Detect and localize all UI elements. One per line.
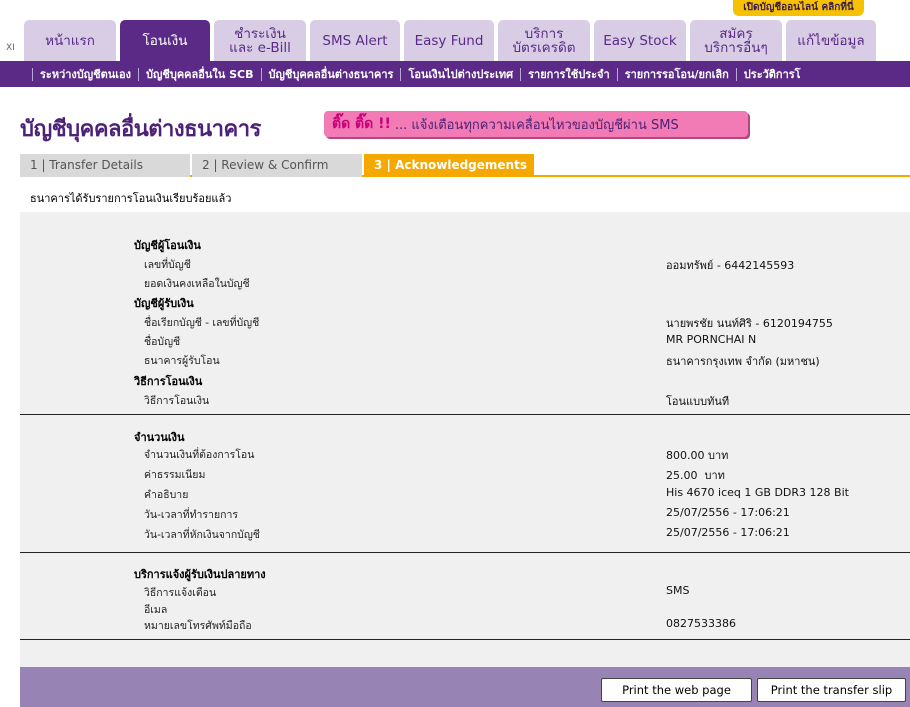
subnav-other-bank[interactable]: บัญชีบุคคลอื่นต่างธนาคาร xyxy=(260,67,401,81)
divider-2 xyxy=(20,552,910,553)
transfer-subnav: ระหว่างบัญชีตนเอง บัญชีบุคคลอื่นใน SCB บ… xyxy=(0,61,910,87)
to-bank-label: ธนาคารผู้รับโอน xyxy=(144,355,220,367)
method-label: วิธีการโอนเงิน xyxy=(144,395,210,407)
email-label: อีเมล xyxy=(144,604,168,616)
to-name-label: ชื่อบัญชี xyxy=(144,336,181,348)
subnav-pending[interactable]: รายการรอโอน/ยกเลิก xyxy=(616,67,736,81)
tab-credit-card-label2: บัตรเครดิต xyxy=(512,39,576,56)
subnav-scb-other[interactable]: บัญชีบุคคลอื่นใน SCB xyxy=(138,67,261,81)
balance-label: ยอดเงินคงเหลือในบัญชี xyxy=(144,278,250,290)
amount-label: จำนวนเงินที่ต้องการโอน xyxy=(144,449,255,461)
tab-payment[interactable]: ชำระเงิน และ e-Bill xyxy=(214,20,306,61)
progress-steps: 1 | Transfer Details 2 | Review & Confir… xyxy=(20,154,910,177)
notify-heading: บริการแจ้งผู้รับเงินปลายทาง xyxy=(134,568,266,581)
amount-heading: จำนวนเงิน xyxy=(134,431,185,444)
to-bank-value: ธนาคารกรุงเทพ จำกัด (มหาชน) xyxy=(666,355,820,368)
debit-time-value: 25/07/2556 - 17:06:21 xyxy=(666,526,790,539)
subnav-history[interactable]: ประวัติการโ xyxy=(735,67,808,81)
banner-text: ... แจ้งเตือนทุกความเคลื่อนไหวของบัญชีผ่… xyxy=(394,117,679,133)
subnav-favorites[interactable]: รายการใช้ประจำ xyxy=(520,67,617,81)
txn-time-label: วัน-เวลาที่ทำรายการ xyxy=(144,509,238,521)
notify-method-value: SMS xyxy=(666,584,690,597)
from-account-value: ออมทรัพย์ - 6442145593 xyxy=(666,259,795,272)
tab-sms-alert[interactable]: SMS Alert xyxy=(310,20,400,61)
fee-label: ค่าธรรมเนียม xyxy=(144,469,206,481)
tab-credit-card[interactable]: บริการ บัตรเครดิต xyxy=(498,20,590,61)
phone-label: หมายเลขโทรศัพท์มือถือ xyxy=(144,620,252,632)
tab-edit-profile-label: แก้ไขข้อมูล xyxy=(797,32,865,49)
banner-prefix: ติ๊ด ติ๊ด !! xyxy=(332,116,391,132)
tab-payment-label2: และ e-Bill xyxy=(229,39,291,56)
print-slip-button[interactable]: Print the transfer slip xyxy=(757,678,906,702)
page: เปิดบัญชีออนไลน์ คลิกที่นี่ XI หน้าแรก โ… xyxy=(0,0,910,707)
description-value: His 4670 iceq 1 GB DDR3 128 Bit xyxy=(666,486,849,499)
method-value: โอนแบบทันที xyxy=(666,395,730,408)
divider-3 xyxy=(20,639,910,640)
main-tabs: หน้าแรก โอนเงิน ชำระเงิน และ e-Bill SMS A… xyxy=(0,0,910,61)
tab-other-services-label: สมัคร xyxy=(719,25,753,42)
to-nick-label: ชื่อเรียกบัญชี - เลขที่บัญชี xyxy=(144,317,260,329)
sms-alert-banner[interactable]: ติ๊ด ติ๊ด !! ... แจ้งเตือนทุกความเคลื่อน… xyxy=(324,111,748,137)
tab-other-services[interactable]: สมัคร บริการอื่นๆ xyxy=(690,20,782,61)
subnav-overseas[interactable]: โอนเงินไปต่างประเทศ xyxy=(400,67,520,81)
step-acknowledgements: 3 | Acknowledgements xyxy=(364,154,534,177)
amount-value: 800.00 บาท xyxy=(666,449,729,462)
fee-value: 25.00 บาท xyxy=(666,469,725,482)
tab-transfer[interactable]: โอนเงิน xyxy=(120,20,210,61)
step-transfer-details: 1 | Transfer Details xyxy=(20,154,190,177)
to-name-value: MR PORNCHAI N xyxy=(666,333,757,346)
tab-payment-label: ชำระเงิน xyxy=(234,25,286,42)
subnav-own-account[interactable]: ระหว่างบัญชีตนเอง xyxy=(32,67,138,81)
page-title: บัญชีบุคคลอื่นต่างธนาคาร xyxy=(20,117,261,142)
from-heading: บัญชีผู้โอนเงิน xyxy=(134,239,201,252)
from-account-label: เลขที่บัญชี xyxy=(144,259,191,271)
method-heading: วิธีการโอนเงิน xyxy=(134,375,203,388)
tab-easy-stock-label: Easy Stock xyxy=(603,32,677,49)
txn-time-value: 25/07/2556 - 17:06:21 xyxy=(666,506,790,519)
tab-home-label: หน้าแรก xyxy=(45,32,95,49)
tab-easy-stock[interactable]: Easy Stock xyxy=(594,20,686,61)
tab-sms-alert-label: SMS Alert xyxy=(322,32,388,49)
tab-easy-fund[interactable]: Easy Fund xyxy=(404,20,494,61)
tab-credit-card-label: บริการ xyxy=(524,25,564,42)
print-page-button[interactable]: Print the web page xyxy=(601,678,752,702)
debit-time-label: วัน-เวลาที่หักเงินจากบัญชี xyxy=(144,529,260,541)
to-nick-value: นายพรชัย นนท์ศิริ - 6120194755 xyxy=(666,317,833,330)
description-label: คำอธิบาย xyxy=(144,489,189,501)
notify-method-label: วิธีการแจ้งเตือน xyxy=(144,587,217,599)
tab-edit-profile[interactable]: แก้ไขข้อมูล xyxy=(786,20,876,61)
phone-value: 0827533386 xyxy=(666,617,736,630)
divider-1 xyxy=(20,414,910,415)
tab-home[interactable]: หน้าแรก xyxy=(24,20,116,61)
success-notice: ธนาคารได้รับรายการโอนเงินเรียบร้อยแล้ว xyxy=(30,192,232,205)
tab-easy-fund-label: Easy Fund xyxy=(414,32,484,49)
to-heading: บัญชีผู้รับเงิน xyxy=(134,297,194,310)
tab-transfer-label: โอนเงิน xyxy=(142,32,188,49)
tab-other-services-label2: บริการอื่นๆ xyxy=(704,39,768,56)
step-review-confirm: 2 | Review & Confirm xyxy=(192,154,362,177)
